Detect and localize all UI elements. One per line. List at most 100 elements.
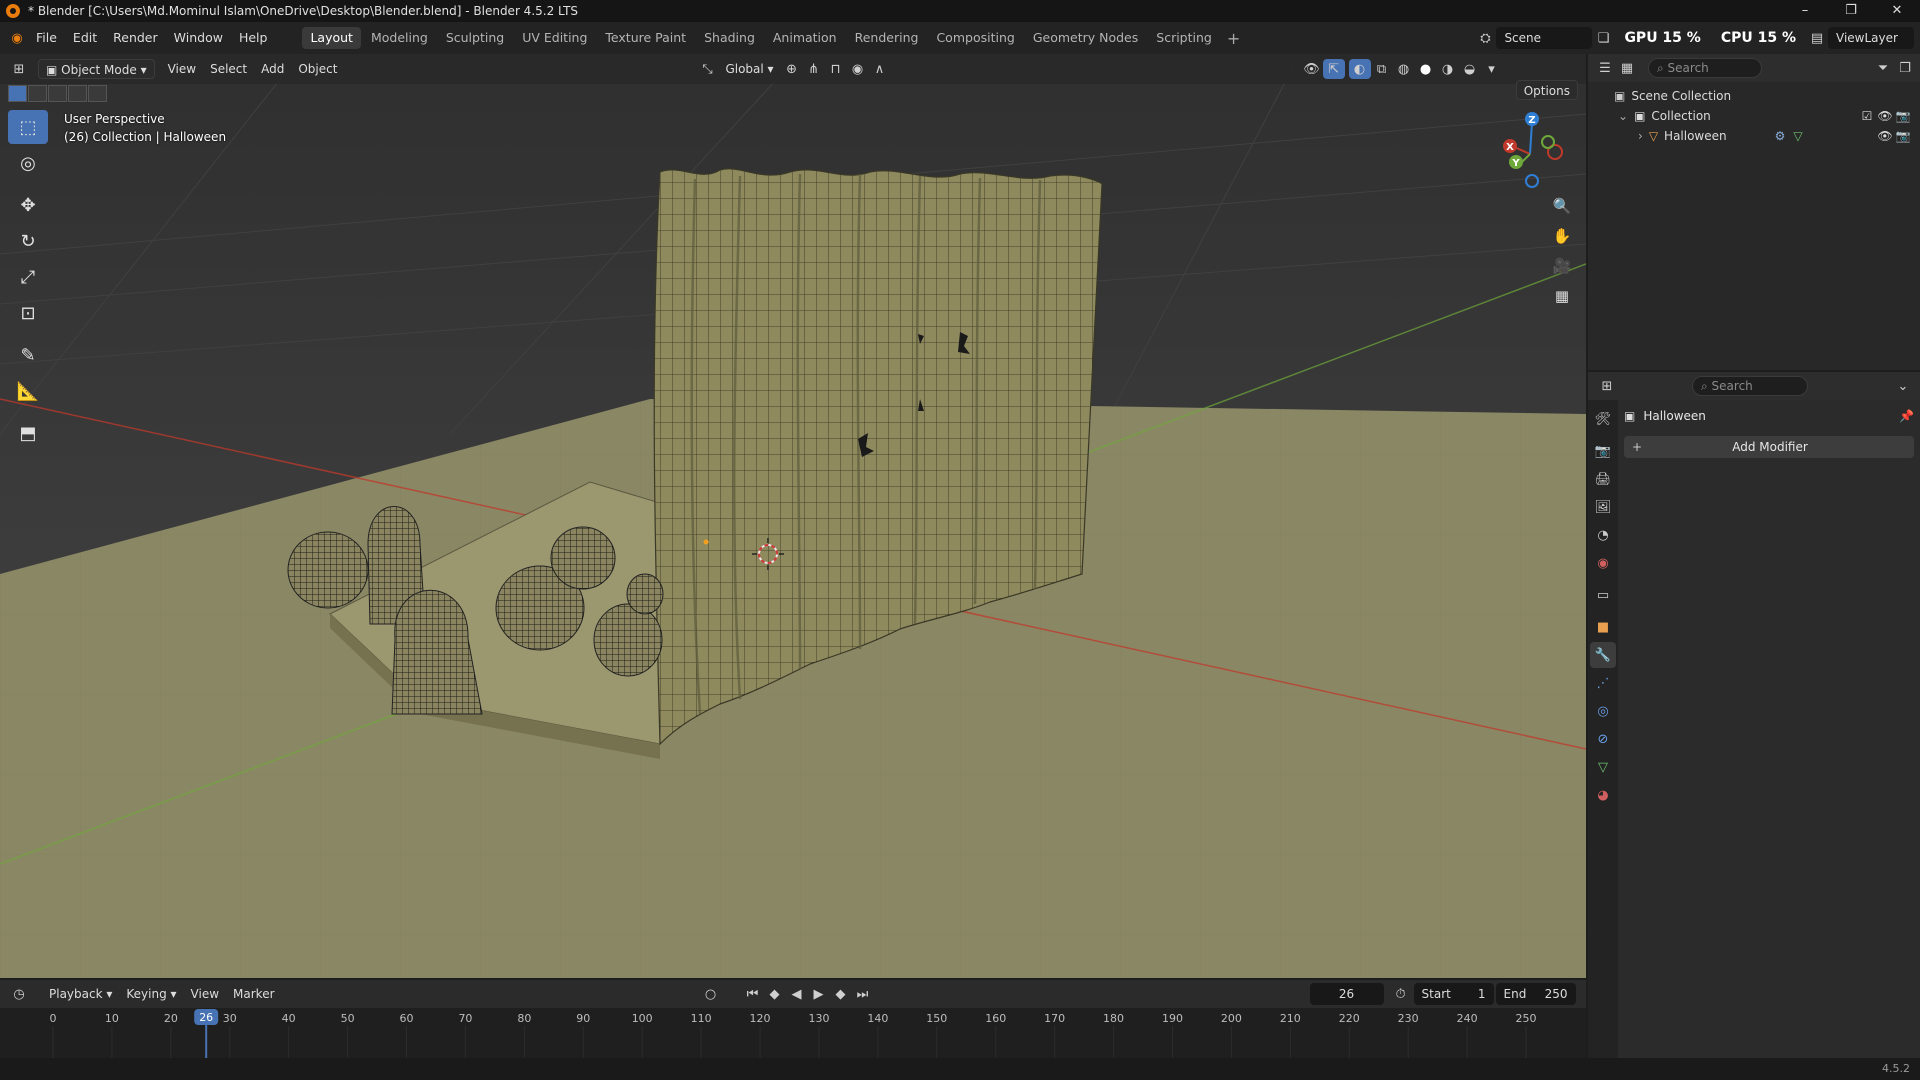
collection-expand-icon[interactable]: ⌄ (1618, 109, 1628, 123)
select-invert-icon[interactable] (68, 85, 87, 102)
transform-orientation-dropdown[interactable]: Global ▾ (718, 59, 780, 79)
jump-start-icon[interactable]: ⏮ (742, 984, 764, 1004)
falloff-icon[interactable]: ∧ (869, 59, 891, 79)
data-tab-icon[interactable]: ▽ (1590, 754, 1616, 780)
menu-file[interactable]: File (28, 22, 65, 54)
gizmo-toggle-icon[interactable]: ⇱ (1322, 59, 1345, 79)
perspective-toggle-icon[interactable]: ▦ (1548, 282, 1576, 310)
rendered-shading-icon[interactable]: ◒ (1459, 59, 1481, 79)
neg-z-axis-icon[interactable] (1525, 174, 1539, 188)
menu-select[interactable]: Select (203, 59, 254, 79)
menu-window[interactable]: Window (166, 22, 231, 54)
transform-icon[interactable]: ⊡ (8, 296, 48, 330)
menu-object[interactable]: Object (291, 59, 344, 79)
viewlayer-selector[interactable]: ViewLayer (1828, 27, 1914, 49)
close-button[interactable]: ✕ (1874, 0, 1920, 22)
outliner-search-input[interactable]: ⌕ Search (1648, 58, 1762, 78)
modifier-tab-icon[interactable]: 🔧 (1590, 642, 1616, 668)
select-intersect-icon[interactable] (88, 85, 107, 102)
outliner-row-scene-collection[interactable]: ▣ Scene Collection (1588, 86, 1920, 106)
preview-range-icon[interactable]: ⏱ (1390, 984, 1412, 1004)
timeline-ruler[interactable]: 0 10 20 30 40 50 60 70 80 90 100 110 120 130 140 150 160… (0, 1008, 1586, 1058)
current-frame-field[interactable]: 26 (1309, 983, 1384, 1005)
collection-tab-icon[interactable]: ▭ (1590, 582, 1616, 608)
play-reverse-icon[interactable]: ◀ (786, 984, 808, 1004)
menu-view[interactable]: View (161, 59, 203, 79)
tab-modeling[interactable]: Modeling (363, 27, 436, 49)
tab-texture-paint[interactable]: Texture Paint (597, 27, 694, 49)
menu-help[interactable]: Help (231, 22, 276, 54)
snap-icon[interactable]: ⋔ (803, 59, 825, 79)
pan-hand-icon[interactable]: ✋ (1548, 222, 1576, 250)
tab-uv-editing[interactable]: UV Editing (514, 27, 595, 49)
particles-tab-icon[interactable]: ⋰ (1590, 670, 1616, 696)
properties-options-icon[interactable]: ⌄ (1892, 376, 1914, 396)
render-tab-icon[interactable]: 📷 (1590, 438, 1616, 464)
jump-prev-keyframe-icon[interactable]: ◆ (764, 984, 786, 1004)
editor-type-icon[interactable]: ⊞ (8, 59, 30, 79)
camera-icon[interactable]: 📷 (1894, 109, 1912, 123)
properties-editor-icon[interactable]: ⊞ (1596, 376, 1618, 396)
menu-keying[interactable]: Keying ▾ (119, 984, 183, 1004)
outliner-row-collection[interactable]: ⌄ ▣ Collection ☑ 👁 📷 (1588, 106, 1920, 126)
pin-icon[interactable]: 📌 (1899, 409, 1914, 423)
solid-shading-icon[interactable]: ● (1415, 59, 1437, 79)
wireframe-shading-icon[interactable]: ◍ (1393, 59, 1415, 79)
blender-menu-icon[interactable]: ◉ (6, 28, 28, 48)
tab-sculpting[interactable]: Sculpting (438, 27, 512, 49)
overlay-toggle-icon[interactable]: ◐ (1348, 59, 1371, 79)
shading-options-icon[interactable]: ▾ (1481, 59, 1503, 79)
jump-next-keyframe-icon[interactable]: ◆ (830, 984, 852, 1004)
add-workspace-button[interactable]: + (1221, 29, 1246, 48)
start-frame-field[interactable]: Start 1 (1413, 983, 1494, 1005)
scale-icon[interactable]: ⤢ (8, 260, 48, 294)
viewlayer-icon[interactable]: ▤ (1806, 28, 1828, 48)
eye-icon[interactable]: 👁 (1876, 129, 1894, 143)
display-mode-icon[interactable]: ▦ (1616, 58, 1638, 78)
select-subtract-icon[interactable] (48, 85, 67, 102)
tab-geometry-nodes[interactable]: Geometry Nodes (1025, 27, 1146, 49)
rotate-icon[interactable]: ↻ (8, 224, 48, 258)
object-expand-icon[interactable]: › (1638, 129, 1643, 143)
camera-icon[interactable]: 📷 (1894, 129, 1912, 143)
properties-search-input[interactable]: ⌕ Search (1692, 376, 1808, 396)
cursor-icon[interactable]: ◎ (8, 146, 48, 180)
xray-toggle-icon[interactable]: ⧉ (1371, 59, 1393, 79)
minimize-button[interactable]: – (1782, 0, 1828, 22)
constraints-tab-icon[interactable]: ⊘ (1590, 726, 1616, 752)
mode-dropdown[interactable]: ▣ Object Mode ▾ (38, 59, 155, 79)
tab-layout[interactable]: Layout (302, 27, 361, 49)
scene-selector[interactable]: Scene (1496, 27, 1593, 49)
3d-viewport[interactable]: ⊞ ▣ Object Mode ▾ View Select Add Object… (0, 54, 1586, 978)
snap-target-icon[interactable]: ⊓ (825, 59, 847, 79)
world-tab-icon[interactable]: ◉ (1590, 550, 1616, 576)
menu-render[interactable]: Render (105, 22, 166, 54)
auto-keying-icon[interactable]: ○ (700, 984, 722, 1004)
outliner-row-halloween[interactable]: › ▽ Halloween ⚙ ▽ 👁 📷 (1588, 126, 1920, 146)
tool-tab-icon[interactable]: 🛠 (1590, 406, 1616, 432)
zoom-icon[interactable]: 🔍 (1548, 192, 1576, 220)
menu-timeline-view[interactable]: View (184, 984, 226, 1004)
view-layer-tab-icon[interactable]: 🖼 (1590, 494, 1616, 520)
material-tab-icon[interactable]: ◕ (1590, 782, 1616, 808)
scene-tab-icon[interactable]: ◔ (1590, 522, 1616, 548)
select-new-icon[interactable] (8, 85, 27, 102)
output-tab-icon[interactable]: 🖨 (1590, 466, 1616, 492)
tab-rendering[interactable]: Rendering (847, 27, 927, 49)
tab-animation[interactable]: Animation (765, 27, 845, 49)
visibility-icon[interactable]: 👁 (1301, 59, 1323, 79)
annotate-icon[interactable]: ✎ (8, 338, 48, 372)
material-shading-icon[interactable]: ◑ (1437, 59, 1459, 79)
object-tab-icon[interactable]: ■ (1590, 614, 1616, 640)
menu-marker[interactable]: Marker (226, 984, 281, 1004)
timeline-editor-icon[interactable]: ◷ (8, 984, 30, 1004)
maximize-button[interactable]: ❐ (1828, 0, 1874, 22)
new-collection-icon[interactable]: ❐ (1894, 58, 1916, 78)
camera-view-icon[interactable]: 🎥 (1548, 252, 1576, 280)
select-box-icon[interactable]: ⬚ (8, 110, 48, 144)
outliner-editor-icon[interactable]: ☰ (1594, 58, 1616, 78)
physics-tab-icon[interactable]: ◎ (1590, 698, 1616, 724)
select-extend-icon[interactable] (28, 85, 47, 102)
eye-icon[interactable]: 👁 (1876, 109, 1894, 123)
filter-icon[interactable]: ⏷ (1872, 58, 1894, 78)
